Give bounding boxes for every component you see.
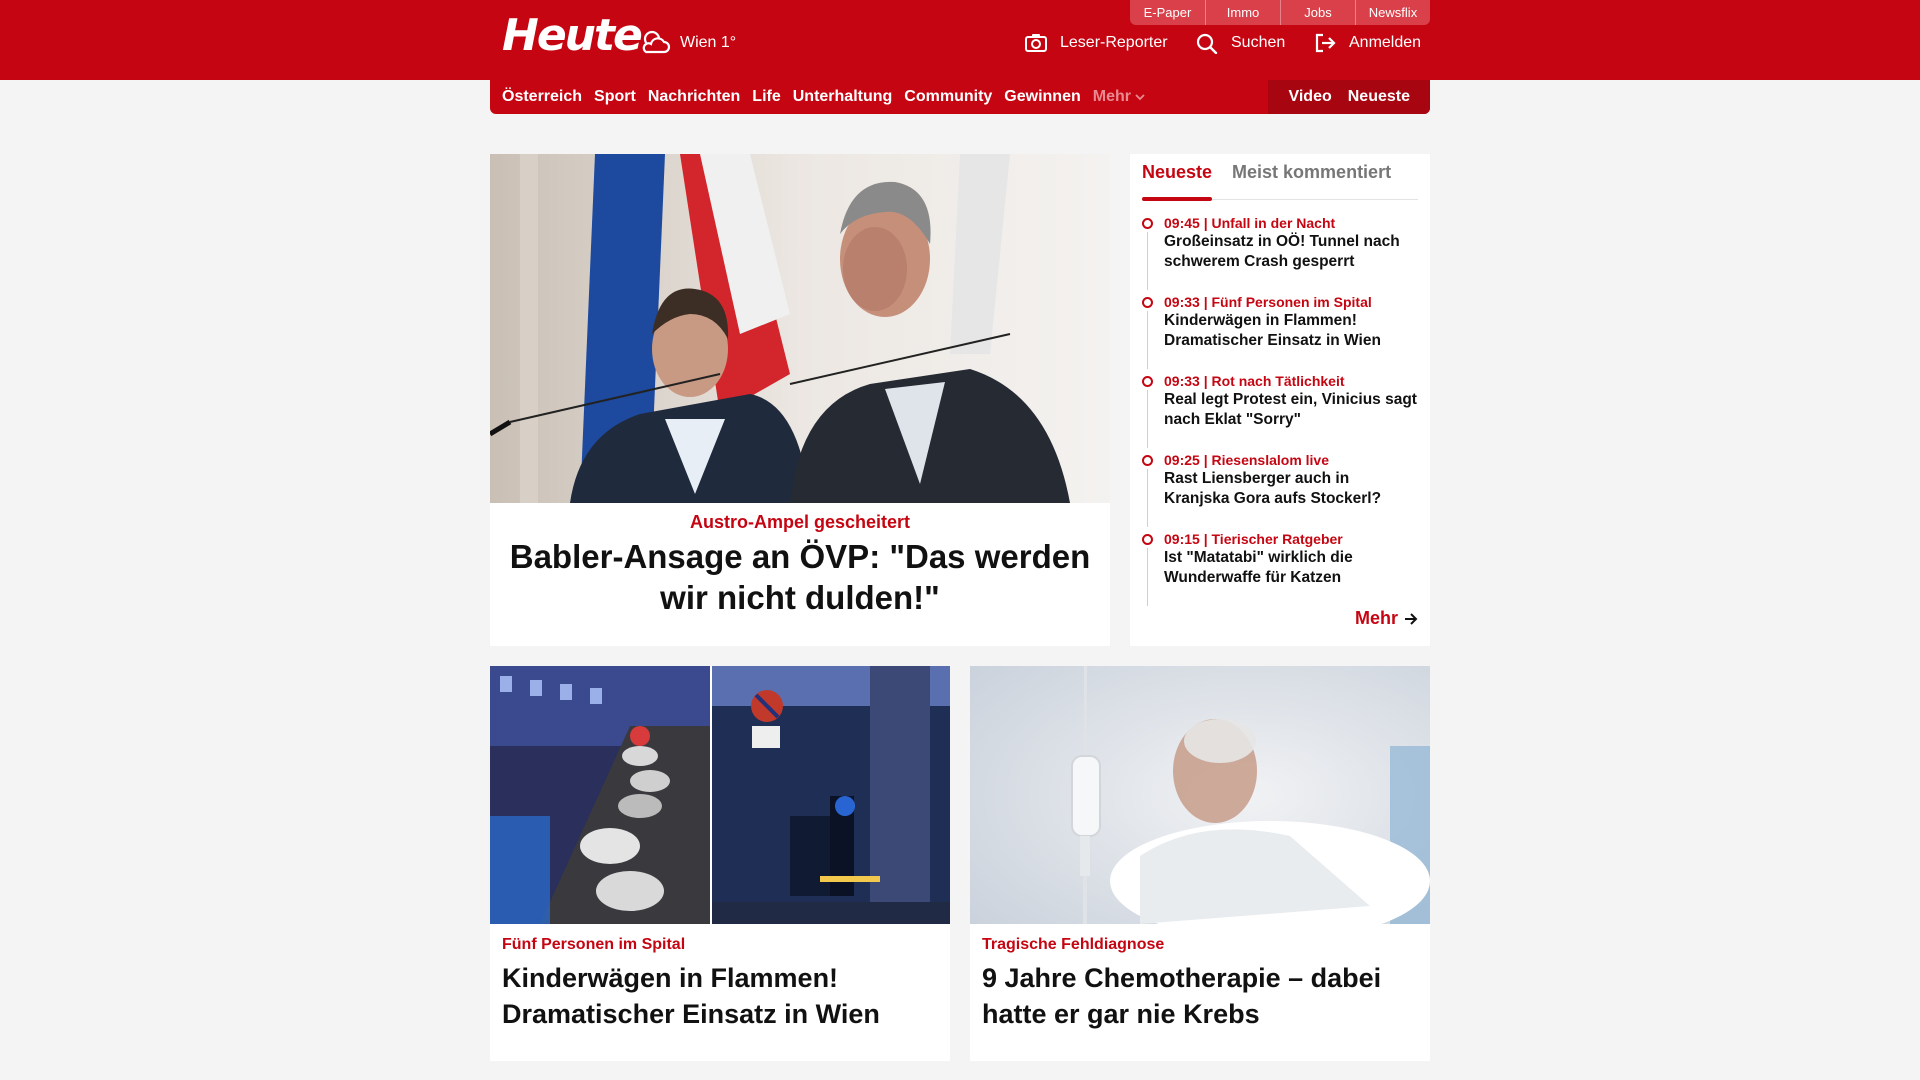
hero-headline[interactable]: Babler-Ansage an ÖVP: "Das werden wir ni… [490,536,1110,618]
timeline-line [1147,548,1148,606]
timeline-dot [1142,376,1153,387]
tab-meist-kommentiert[interactable]: Meist kommentiert [1232,162,1391,200]
leser-reporter-link[interactable]: Leser-Reporter [1024,32,1168,54]
feed-item-meta: 09:25 | Riesenslalom live [1164,452,1330,468]
login-button[interactable]: Anmelden [1313,32,1421,54]
service-links: E-Paper Immo Jobs Newsflix [1130,0,1430,25]
article-card-image[interactable] [970,666,1430,924]
timeline-line [1147,469,1148,527]
nav-item-oesterreich[interactable]: Österreich [502,88,582,106]
timeline-line [1147,390,1148,448]
feed-item-title[interactable]: Ist "Matatabi" wirklich die Wunderwaffe … [1164,548,1418,588]
weather-temp: 1° [720,34,737,51]
feed-item[interactable]: 09:45 | Unfall in der Nacht Großeinsatz … [1142,214,1418,293]
news-sidebar: Neueste Meist kommentiert 09:45 | Unfall… [1130,154,1430,646]
feed-item-title[interactable]: Real legt Protest ein, Vinicius sagt nac… [1164,390,1418,430]
article-card[interactable]: Tragische Fehldiagnose 9 Jahre Chemother… [970,666,1430,1061]
service-link-immo[interactable]: Immo [1205,0,1280,25]
sidebar-tabs: Neueste Meist kommentiert [1142,162,1418,201]
feed-item-meta: 09:33 | Fünf Personen im Spital [1164,294,1372,310]
sidebar-more-label: Mehr [1354,608,1398,628]
nav-more-label: Mehr [1092,88,1131,105]
service-link-epaper[interactable]: E-Paper [1130,0,1205,25]
article-card[interactable]: Fünf Personen im Spital Kinderwägen in F… [490,666,950,1061]
weather-city: Wien [680,34,717,51]
search-button[interactable]: Suchen [1195,32,1285,54]
nav-item-neueste[interactable]: Neueste [1348,88,1410,106]
nav-item-community[interactable]: Community [904,88,992,106]
nav-item-life[interactable]: Life [752,88,780,106]
heute-logo[interactable]: Heute [502,10,643,61]
article-card-image[interactable] [490,666,950,924]
feed-item-meta: 09:45 | Unfall in der Nacht [1164,215,1336,231]
nav-more-dropdown[interactable]: Mehr [1093,88,1145,106]
weather-widget[interactable]: Wien 1° [640,28,736,58]
feed-item-meta: 09:33 | Rot nach Tätlichkeit [1164,373,1345,389]
login-icon [1315,33,1336,53]
feed-item[interactable]: 09:33 | Fünf Personen im Spital Kinderwä… [1142,293,1418,372]
article-card-kicker[interactable]: Tragische Fehldiagnose [982,936,1164,954]
weather-cloud-icon [642,30,671,54]
timeline-dot [1142,534,1153,545]
nav-item-sport[interactable]: Sport [594,88,636,106]
feed-item[interactable]: 09:15 | Tierischer Ratgeber Ist "Matatab… [1142,530,1418,609]
timeline-line [1147,311,1148,369]
chevron-down-icon [1135,94,1145,101]
feed-item[interactable]: 09:33 | Rot nach Tätlichkeit Real legt P… [1142,372,1418,451]
timeline-dot [1142,455,1153,466]
timeline-line [1147,232,1148,290]
login-label: Anmelden [1349,34,1422,51]
hero-kicker[interactable]: Austro-Ampel gescheitert [490,512,1110,533]
nav-item-nachrichten[interactable]: Nachrichten [648,88,740,106]
service-link-jobs[interactable]: Jobs [1280,0,1355,25]
camera-icon [1025,34,1047,52]
site-header [0,0,1920,80]
feed-item-title[interactable]: Kinderwägen in Flammen! Dramatischer Ein… [1164,311,1418,351]
article-card-title[interactable]: 9 Jahre Chemotherapie – dabei hatte er g… [982,960,1418,1032]
tab-neueste[interactable]: Neueste [1142,162,1213,201]
nav-item-unterhaltung[interactable]: Unterhaltung [793,88,893,106]
nav-item-video[interactable]: Video [1288,88,1331,106]
article-card-title[interactable]: Kinderwägen in Flammen! Dramatischer Ein… [502,960,938,1032]
search-icon [1196,33,1218,54]
nav-item-gewinnen[interactable]: Gewinnen [1004,88,1080,106]
nav-right-group: Video Neueste [1268,80,1430,114]
service-link-newsflix[interactable]: Newsflix [1355,0,1430,25]
feed-item-title[interactable]: Großeinsatz in OÖ! Tunnel nach schwerem … [1164,232,1418,272]
sidebar-more-link[interactable]: Mehr [1355,608,1418,629]
article-card-kicker[interactable]: Fünf Personen im Spital [502,936,685,954]
feed-item-title[interactable]: Rast Liensberger auch in Kranjska Gora a… [1164,469,1418,509]
hero-article[interactable]: Austro-Ampel gescheitert Babler-Ansage a… [490,154,1110,646]
feed-item[interactable]: 09:25 | Riesenslalom live Rast Liensberg… [1142,451,1418,530]
arrow-right-icon [1405,612,1418,625]
feed-item-meta: 09:15 | Tierischer Ratgeber [1164,531,1343,547]
timeline-dot [1142,297,1153,308]
hero-image[interactable] [490,154,1110,503]
main-navigation: Österreich Sport Nachrichten Life Unterh… [490,80,1430,114]
timeline-dot [1142,218,1153,229]
news-feed: 09:45 | Unfall in der Nacht Großeinsatz … [1142,214,1418,609]
leser-reporter-label: Leser-Reporter [1060,34,1168,51]
search-label: Suchen [1231,34,1286,51]
